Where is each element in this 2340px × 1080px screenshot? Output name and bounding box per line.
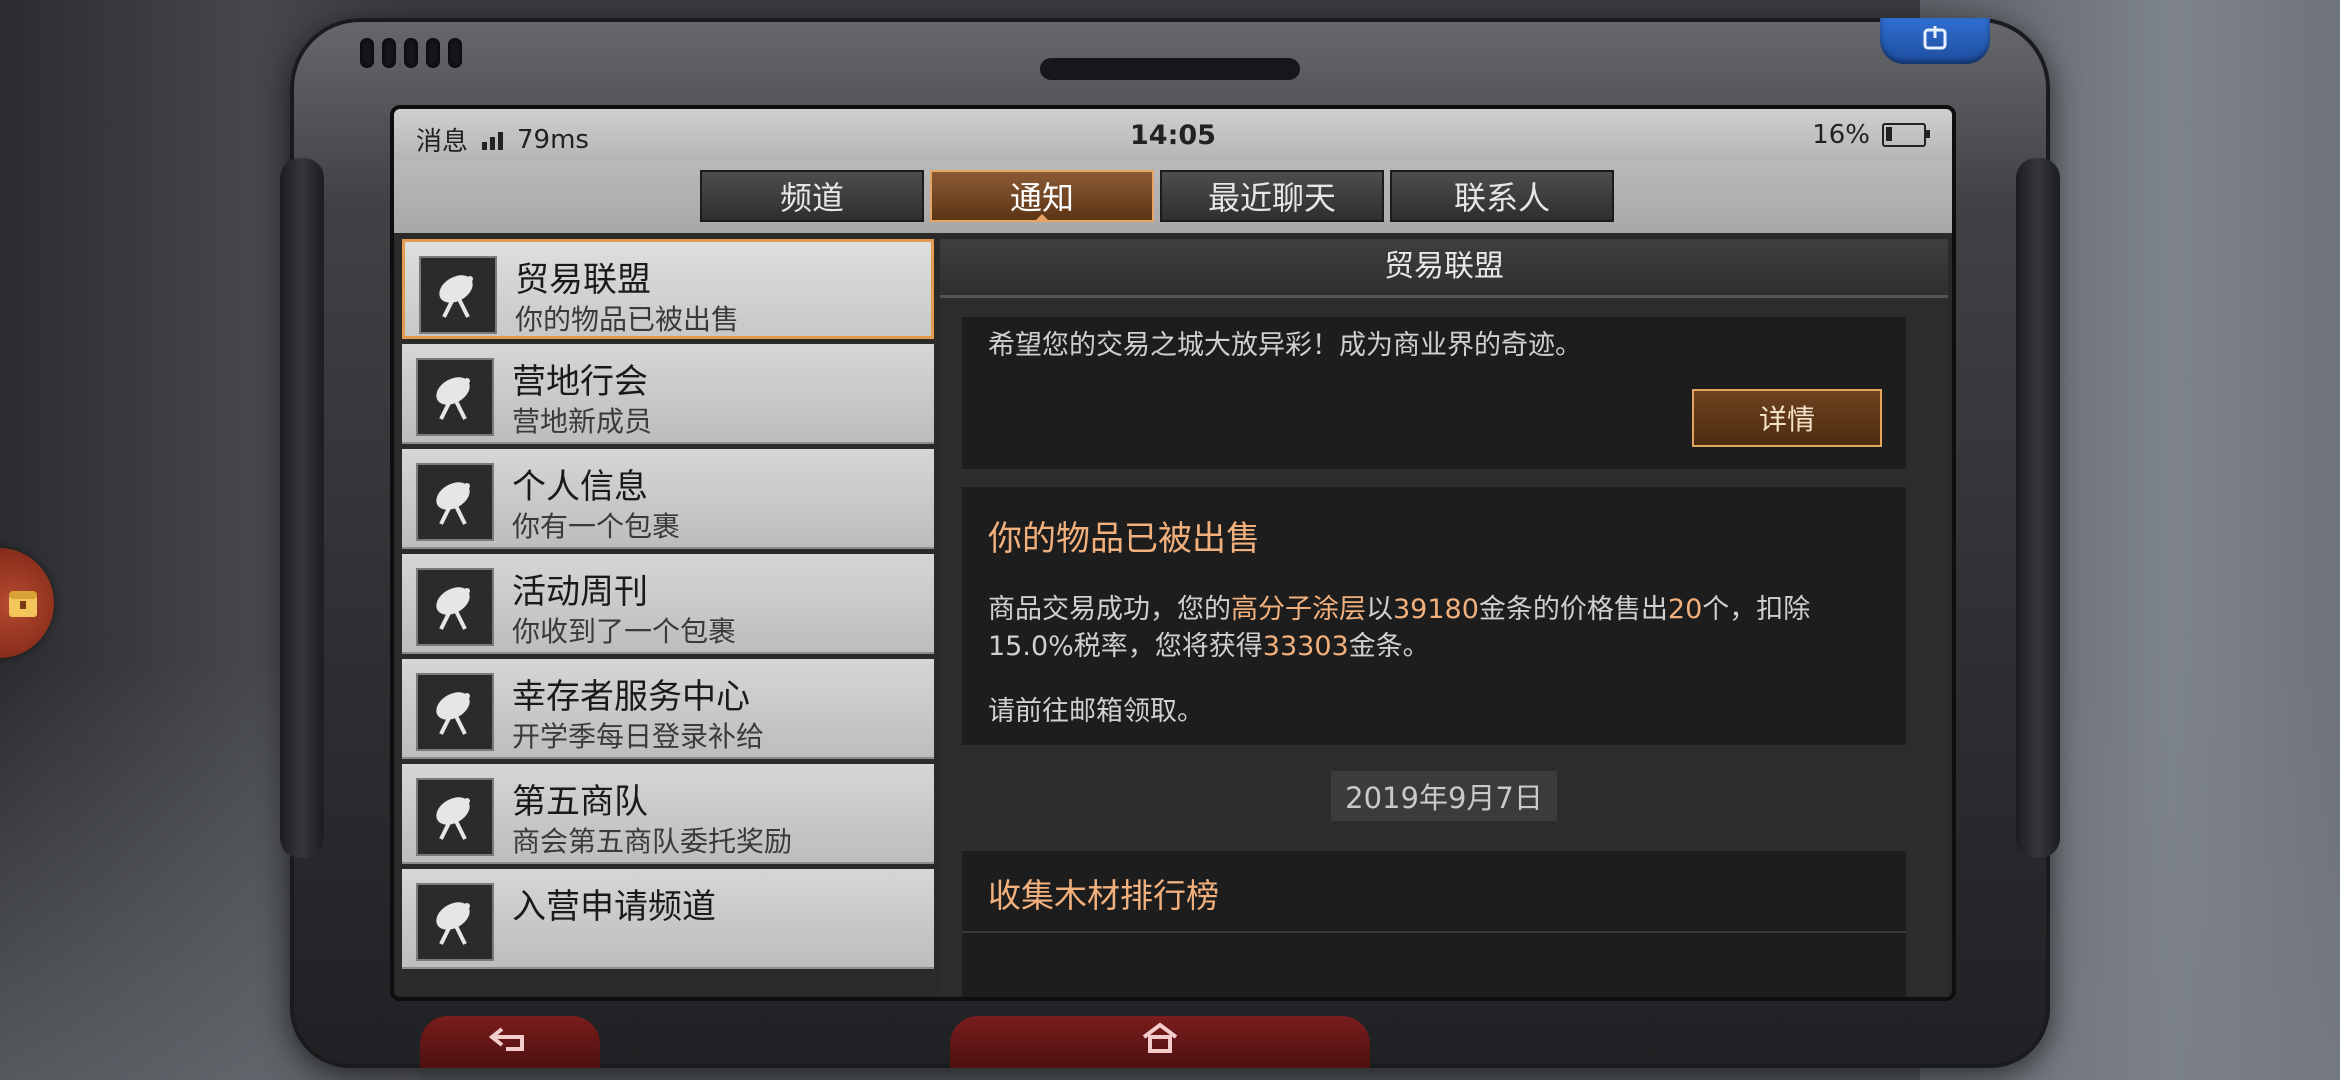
message-text: 希望您的交易之城大放异彩！成为商业界的奇迹。 — [988, 330, 1582, 361]
power-icon — [1921, 24, 1949, 59]
list-item[interactable]: 个人信息 你有一个包裹 — [402, 449, 934, 549]
item-subtitle: 你的物品已被出售 — [515, 303, 740, 336]
date-label: 2019年9月7日 — [1331, 771, 1557, 821]
ranking-title: 收集木材排行榜 — [988, 876, 1219, 915]
speaker-grill — [360, 38, 462, 68]
top-slot — [1040, 58, 1300, 80]
tab-recent-chats[interactable]: 最近聊天 — [1160, 170, 1384, 222]
satellite-dish-icon — [416, 673, 494, 751]
divider — [962, 931, 1906, 933]
price-value: 39180 — [1393, 594, 1479, 625]
item-title: 活动周刊 — [512, 572, 648, 612]
satellite-dish-icon — [416, 883, 494, 961]
detail-header: 贸易联盟 — [940, 239, 1948, 298]
power-button[interactable] — [1880, 18, 1990, 64]
tablet-screen: 消息 79ms 14:05 16% 频道 通知 最近聊天 联系人 贸易联盟 你的… — [390, 105, 1956, 1001]
quantity-value: 20 — [1667, 594, 1703, 625]
back-button[interactable] — [420, 1016, 600, 1068]
sale-card: 你的物品已被出售 商品交易成功，您的高分子涂层以39180金条的价格售出20个，… — [962, 487, 1906, 745]
back-arrow-icon — [488, 1023, 532, 1061]
home-icon — [1140, 1021, 1180, 1063]
tab-contacts[interactable]: 联系人 — [1390, 170, 1614, 222]
details-button[interactable]: 详情 — [1692, 389, 1882, 447]
item-title: 幸存者服务中心 — [512, 677, 750, 717]
satellite-dish-icon — [419, 256, 497, 334]
tablet-frame: 消息 79ms 14:05 16% 频道 通知 最近聊天 联系人 贸易联盟 你的… — [280, 18, 2060, 1068]
right-rail — [2016, 158, 2060, 858]
battery-text: 16% — [1812, 120, 1870, 150]
satellite-dish-icon — [416, 778, 494, 856]
detail-panel: 贸易联盟 希望您的交易之城大放异彩！成为商业界的奇迹。 详情 你的物品已被出售 … — [940, 239, 1948, 997]
item-title: 第五商队 — [512, 782, 648, 822]
sale-title: 你的物品已被出售 — [988, 519, 1260, 559]
list-item[interactable]: 活动周刊 你收到了一个包裹 — [402, 554, 934, 654]
tab-notifications[interactable]: 通知 — [930, 170, 1154, 222]
left-rail — [280, 158, 324, 858]
item-title: 贸易联盟 — [515, 260, 651, 300]
status-bar: 消息 79ms 14:05 16% — [394, 109, 1952, 161]
sale-body: 商品交易成功，您的高分子涂层以39180金条的价格售出20个，扣除15.0%税率… — [988, 594, 1811, 662]
list-item[interactable]: 贸易联盟 你的物品已被出售 — [402, 239, 934, 339]
list-item[interactable]: 幸存者服务中心 开学季每日登录补给 — [402, 659, 934, 759]
item-name: 高分子涂层 — [1231, 594, 1366, 625]
battery-icon — [1882, 123, 1930, 147]
item-title: 入营申请频道 — [512, 887, 716, 927]
tab-channel[interactable]: 频道 — [700, 170, 924, 222]
list-item[interactable]: 第五商队 商会第五商队委托奖励 — [402, 764, 934, 864]
date-divider: 2019年9月7日 — [940, 771, 1948, 821]
clock: 14:05 — [1130, 120, 1216, 151]
message-card: 希望您的交易之城大放异彩！成为商业界的奇迹。 详情 — [962, 317, 1906, 469]
notification-list: 贸易联盟 你的物品已被出售 营地行会 营地新成员 个人信息 你有一个包裹 活动周… — [402, 239, 934, 997]
satellite-dish-icon — [416, 358, 494, 436]
satellite-dish-icon — [416, 463, 494, 541]
list-item[interactable]: 营地行会 营地新成员 — [402, 344, 934, 444]
sale-footer: 请前往邮箱领取。 — [988, 696, 1204, 727]
item-subtitle: 你有一个包裹 — [512, 510, 681, 543]
item-title: 营地行会 — [512, 362, 648, 402]
list-item[interactable]: 入营申请频道 — [402, 869, 934, 969]
item-title: 个人信息 — [512, 467, 648, 507]
item-subtitle: 开学季每日登录补给 — [512, 720, 765, 753]
satellite-dish-icon — [416, 568, 494, 646]
earn-value: 33303 — [1262, 631, 1349, 662]
item-subtitle: 营地新成员 — [512, 405, 653, 438]
item-subtitle: 你收到了一个包裹 — [512, 615, 737, 648]
item-subtitle: 商会第五商队委托奖励 — [512, 825, 793, 858]
home-button[interactable] — [950, 1016, 1370, 1068]
tab-bar: 频道 通知 最近聊天 联系人 — [394, 161, 1952, 233]
ranking-card: 收集木材排行榜 — [962, 851, 1906, 997]
